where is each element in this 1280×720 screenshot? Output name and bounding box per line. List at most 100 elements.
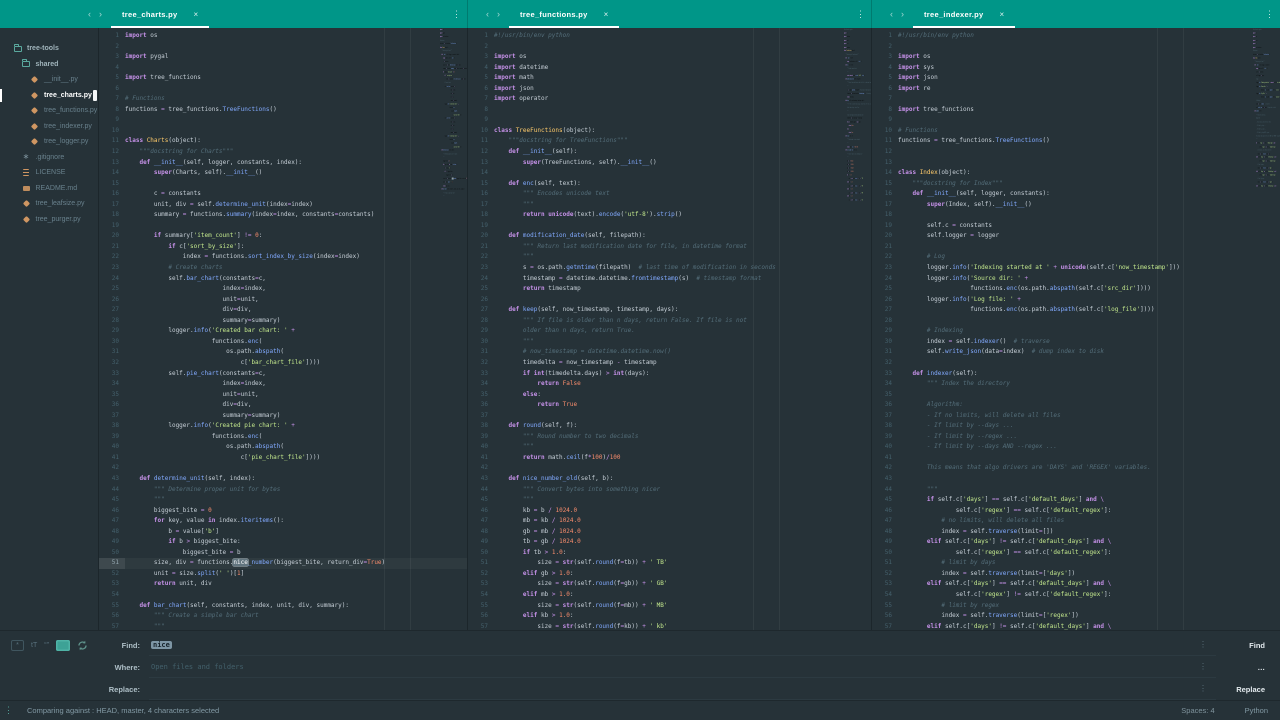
python-file-icon — [29, 93, 40, 98]
code-line: 36 Algorithm: — [872, 400, 1280, 411]
where-row: Where: Open files and folders ⋮ … — [0, 656, 1280, 678]
tab-tree_functions.py[interactable]: tree_functions.py× — [509, 0, 619, 28]
line-number: 28 — [99, 316, 125, 327]
where-menu-button[interactable]: … — [1216, 663, 1280, 672]
code-area[interactable]: 1#!/usr/bin/env python23import os4import… — [872, 31, 1280, 630]
line-number: 2 — [468, 42, 494, 53]
tab-close-icon[interactable]: × — [604, 10, 609, 19]
sidebar-item-tree_logger.py[interactable]: tree_logger.py — [0, 134, 98, 150]
sidebar[interactable]: tree-toolsshared__init__.pytree_charts.p… — [0, 28, 98, 630]
line-number: 31 — [872, 347, 898, 358]
sidebar-item-README.md[interactable]: README.md — [0, 181, 98, 197]
line-number: 16 — [468, 189, 494, 200]
history-back-icon[interactable]: ‹ — [482, 0, 493, 28]
status-bar: ⋮ Comparing against : HEAD, master, 4 ch… — [0, 700, 1280, 720]
line-number: 16 — [99, 189, 125, 200]
line-number: 53 — [468, 579, 494, 590]
tab-tree_indexer.py[interactable]: tree_indexer.py× — [913, 0, 1015, 28]
show-context-icon[interactable] — [56, 640, 70, 651]
tab-close-icon[interactable]: × — [193, 10, 198, 19]
tab-overflow-menu-icon[interactable]: ⋮ — [452, 9, 460, 20]
replace-button[interactable]: Replace — [1216, 685, 1280, 694]
code-line: 16 """ Encodes unicode text — [468, 189, 871, 200]
code-line: 38 logger.info('Created pie chart: ' + — [99, 421, 467, 432]
line-number: 28 — [872, 316, 898, 327]
history-forward-icon[interactable]: › — [95, 0, 106, 28]
where-field-menu-icon[interactable]: ⋮ — [1190, 662, 1216, 671]
line-number: 50 — [872, 548, 898, 559]
history-back-icon[interactable]: ‹ — [84, 0, 95, 28]
line-number: 36 — [872, 400, 898, 411]
code-line: 3import os — [468, 52, 871, 63]
line-number: 8 — [99, 105, 125, 116]
sidebar-item-tree_purger.py[interactable]: tree_purger.py — [0, 212, 98, 228]
line-number: 40 — [468, 442, 494, 453]
indentation-status[interactable]: Spaces: 4 — [1181, 706, 1214, 715]
history-back-icon[interactable]: ‹ — [886, 0, 897, 28]
tab-overflow-menu-icon[interactable]: ⋮ — [856, 9, 864, 20]
sidebar-item-.gitignore[interactable]: ∗.gitignore — [0, 150, 98, 166]
code-area[interactable]: 1#!/usr/bin/env python23import os4import… — [468, 31, 871, 630]
use-buffer-icon[interactable] — [77, 640, 88, 651]
code-line: 51 size, div = functions.nice_number(big… — [99, 558, 467, 569]
line-number: 18 — [99, 210, 125, 221]
line-number: 36 — [99, 400, 125, 411]
minimap[interactable]: import osimport pygalimport tree_functio… — [440, 28, 467, 630]
minimap[interactable]: #!/usr/bin/env pythonimport osimport dat… — [844, 28, 871, 630]
code-line: 33 def indexer(self): — [872, 369, 1280, 380]
code-line: 28 """ If file is older than n days, ret… — [468, 316, 871, 327]
case-sensitive-icon[interactable]: tT — [31, 642, 37, 649]
code-line: 34 index=index, — [99, 379, 467, 390]
sidebar-item-shared[interactable]: shared — [0, 57, 98, 73]
status-menu-icon[interactable]: ⋮ — [4, 705, 13, 716]
replace-field-menu-icon[interactable]: ⋮ — [1190, 684, 1216, 693]
history-forward-icon[interactable]: › — [493, 0, 504, 28]
line-number: 55 — [468, 601, 494, 612]
tab-close-icon[interactable]: × — [1000, 10, 1005, 19]
line-number: 11 — [99, 136, 125, 147]
minimap[interactable]: #!/usr/bin/env pythonimport osimport sys… — [1253, 28, 1280, 630]
sidebar-item-LICENSE[interactable]: LICENSE — [0, 165, 98, 181]
sidebar-item-tree_charts.py[interactable]: tree_charts.py — [0, 88, 98, 104]
code-line: 23 logger.info('Indexing started at ' + … — [872, 263, 1280, 274]
folder-icon — [21, 61, 32, 67]
code-line: 11functions = tree_functions.TreeFunctio… — [872, 136, 1280, 147]
sidebar-item-tree_functions.py[interactable]: tree_functions.py — [0, 103, 98, 119]
sidebar-item-tree_indexer.py[interactable]: tree_indexer.py — [0, 119, 98, 135]
editor-panes: 1import os23import pygal45import tree_fu… — [98, 28, 1280, 630]
sidebar-item-__init__.py[interactable]: __init__.py — [0, 72, 98, 88]
find-button[interactable]: Find — [1216, 641, 1280, 650]
code-line: 38 - If limit by --days ... — [872, 421, 1280, 432]
find-input[interactable]: nice — [149, 641, 1190, 649]
history-forward-icon[interactable]: › — [897, 0, 908, 28]
line-number: 13 — [872, 158, 898, 169]
code-line: 30 """ — [468, 337, 871, 348]
where-input[interactable]: Open files and folders — [149, 663, 1190, 671]
code-line: 52 unit = size.split(' ')[1] — [99, 569, 467, 580]
code-area[interactable]: 1import os23import pygal45import tree_fu… — [99, 31, 467, 630]
line-number: 48 — [99, 527, 125, 538]
code-line: 27 div=div, — [99, 305, 467, 316]
whole-word-icon[interactable]: “” — [44, 642, 49, 649]
sidebar-item-tree-tools[interactable]: tree-tools — [0, 41, 98, 57]
code-line: 5import math — [468, 73, 871, 84]
regex-icon[interactable]: * — [11, 640, 24, 651]
line-number: 49 — [99, 537, 125, 548]
sidebar-item-tree_leafsize.py[interactable]: tree_leafsize.py — [0, 196, 98, 212]
code-line: 22 # Log — [872, 252, 1280, 263]
code-line: 12 def __init__(self): — [468, 147, 871, 158]
line-number: 39 — [872, 432, 898, 443]
find-field-menu-icon[interactable]: ⋮ — [1190, 640, 1216, 649]
tab-overflow-menu-icon[interactable]: ⋮ — [1265, 9, 1273, 20]
line-number: 17 — [99, 200, 125, 211]
tab-tree_charts.py[interactable]: tree_charts.py× — [111, 0, 209, 28]
line-number: 26 — [872, 295, 898, 306]
tab-group-2: ‹›tree_functions.py× ⋮ — [467, 0, 871, 28]
line-number: 33 — [872, 369, 898, 380]
code-line: 37 summary=summary) — [99, 411, 467, 422]
line-number: 54 — [468, 590, 494, 601]
code-line: 52 elif gb > 1.0: — [468, 569, 871, 580]
code-line: 52 index = self.traverse(limit=['days']) — [872, 569, 1280, 580]
syntax-status[interactable]: Python — [1245, 706, 1268, 715]
code-line: 39 - If limit by --regex ... — [872, 432, 1280, 443]
